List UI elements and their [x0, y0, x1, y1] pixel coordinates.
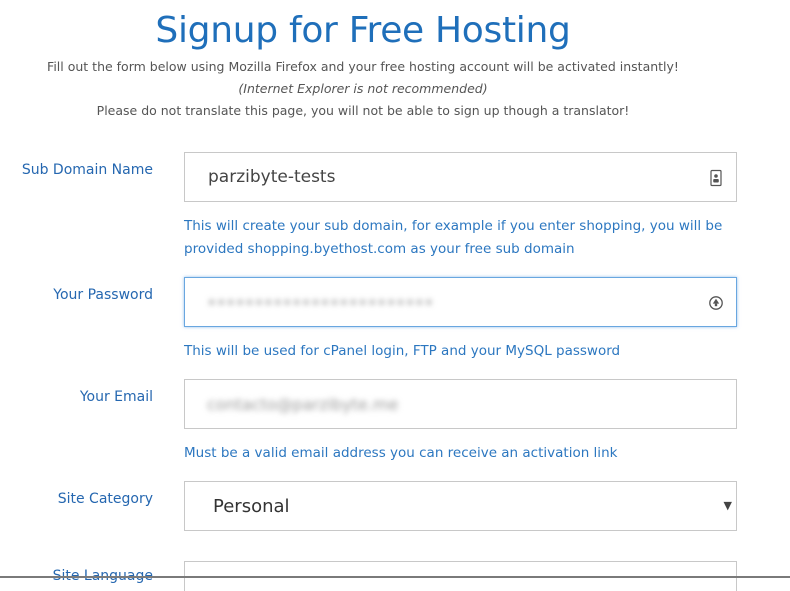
subdomain-input[interactable]	[185, 153, 736, 201]
email-masked-value: contacto@parzibyte.me	[207, 395, 399, 414]
site-category-select[interactable]: Personal ▼	[184, 481, 737, 531]
subdomain-help: This will create your sub domain, for ex…	[184, 218, 723, 257]
page-title: Signup for Free Hosting	[155, 10, 571, 51]
intro-instructions: Fill out the form below using Mozilla Fi…	[47, 59, 679, 74]
translation-warning: Please do not translate this page, you w…	[96, 103, 630, 118]
password-masked-value: ••••••••••••••••••••••••	[207, 293, 434, 312]
email-label: Your Email	[79, 389, 153, 405]
password-field[interactable]: ••••••••••••••••••••••••	[184, 277, 737, 327]
browser-note: (Internet Explorer is not recommended)	[238, 81, 488, 96]
subdomain-label: Sub Domain Name	[21, 162, 153, 178]
site-category-value: Personal	[213, 496, 290, 517]
password-label: Your Password	[53, 287, 153, 303]
password-help: This will be used for cPanel login, FTP …	[184, 343, 621, 359]
site-category-label: Site Category	[57, 491, 153, 507]
email-help: Must be a valid email address you can re…	[184, 445, 618, 461]
email-field[interactable]: contacto@parzibyte.me	[184, 379, 737, 429]
subdomain-field[interactable]	[184, 152, 737, 202]
contact-card-icon[interactable]	[708, 169, 724, 187]
dropdown-caret-icon[interactable]: ▼	[724, 482, 732, 530]
password-reveal-icon[interactable]	[708, 294, 724, 312]
